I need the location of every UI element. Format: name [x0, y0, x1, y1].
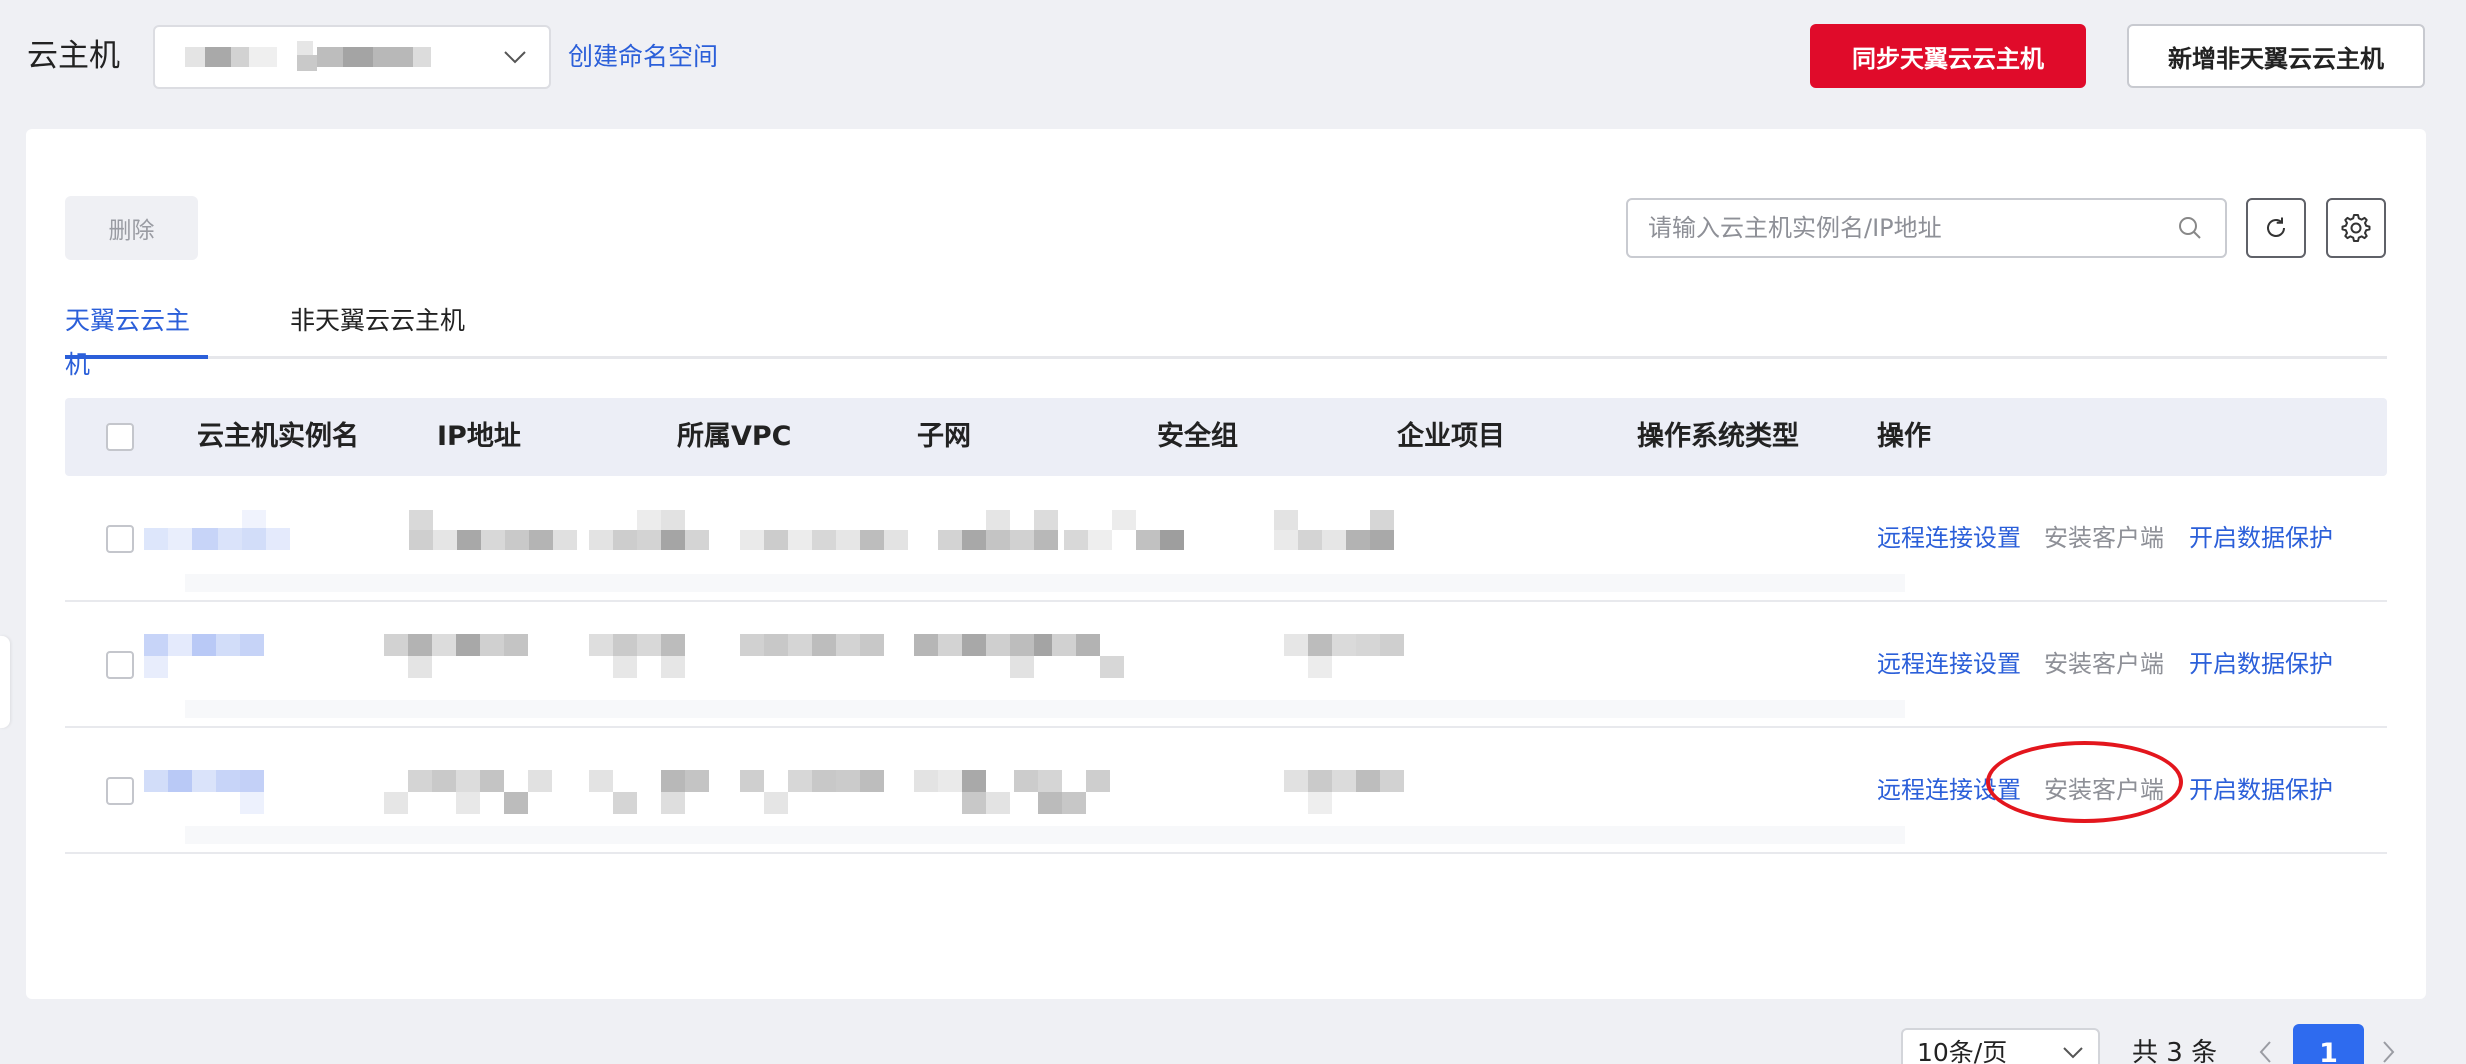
enable-data-protection-link[interactable]: 开启数据保护 — [2189, 773, 2333, 807]
table-row: 远程连接设置 安装客户端 开启数据保护 — [65, 602, 2387, 728]
search-icon[interactable] — [2177, 215, 2203, 241]
chevron-down-icon — [2063, 1047, 2083, 1059]
row-checkbox[interactable] — [106, 525, 134, 553]
blurred-row-content — [144, 770, 1404, 814]
col-ip-address[interactable]: IP地址 — [437, 398, 521, 476]
page-title: 云主机 — [27, 38, 120, 74]
host-list-card: 删除 天翼云云主机 非天翼云云主机 云主机实例名 IP地址 所属VPC 子网 安… — [26, 129, 2426, 1064]
col-enterprise-project[interactable]: 企业项目 — [1397, 398, 1505, 476]
refresh-button[interactable] — [2246, 198, 2306, 258]
install-client-link[interactable]: 安装客户端 — [2044, 647, 2164, 681]
col-os-type[interactable]: 操作系统类型 — [1637, 398, 1799, 476]
page-size-value: 10条/页 — [1917, 1038, 2008, 1064]
remote-connection-settings-link[interactable]: 远程连接设置 — [1877, 647, 2021, 681]
add-non-tianyi-host-button[interactable]: 新增非天翼云云主机 — [2127, 24, 2425, 88]
gear-icon — [2341, 214, 2371, 242]
install-client-link[interactable]: 安装客户端 — [2044, 521, 2164, 555]
settings-button[interactable] — [2326, 198, 2386, 258]
row-checkbox[interactable] — [106, 777, 134, 805]
remote-connection-settings-link[interactable]: 远程连接设置 — [1877, 521, 2021, 555]
select-all-checkbox[interactable] — [106, 423, 134, 451]
chevron-left-icon[interactable] — [2258, 1039, 2274, 1064]
delete-button[interactable]: 删除 — [65, 196, 198, 260]
tab-non-tianyi-hosts[interactable]: 非天翼云云主机 — [290, 299, 465, 359]
blurred-namespace-value — [185, 41, 431, 71]
host-type-tabs: 天翼云云主机 非天翼云云主机 — [65, 299, 2387, 379]
chevron-down-icon — [504, 51, 526, 64]
tab-tianyi-hosts[interactable]: 天翼云云主机 — [65, 299, 208, 379]
blurred-row-content — [144, 634, 1404, 678]
search-input[interactable] — [1648, 200, 2168, 256]
col-vpc[interactable]: 所属VPC — [677, 398, 792, 476]
refresh-icon — [2267, 217, 2285, 237]
sidebar-collapse-handle[interactable] — [0, 636, 10, 728]
col-instance-name[interactable]: 云主机实例名 — [197, 398, 359, 476]
col-subnet[interactable]: 子网 — [917, 398, 971, 476]
create-namespace-link[interactable]: 创建命名空间 — [568, 40, 718, 74]
table-row: 远程连接设置 安装客户端 开启数据保护 — [65, 476, 2387, 602]
total-count: 共 3 条 — [2132, 1038, 2218, 1064]
blurred-row-subtext — [185, 826, 1905, 844]
chevron-right-icon[interactable] — [2380, 1039, 2396, 1064]
row-checkbox[interactable] — [106, 651, 134, 679]
blurred-row-subtext — [185, 700, 1905, 718]
namespace-select[interactable] — [153, 25, 551, 89]
blurred-row-content — [144, 510, 1394, 550]
enable-data-protection-link[interactable]: 开启数据保护 — [2189, 647, 2333, 681]
sync-tianyi-hosts-button[interactable]: 同步天翼云云主机 — [1810, 24, 2086, 88]
page-number-current[interactable]: 1 — [2293, 1024, 2364, 1064]
col-actions: 操作 — [1877, 421, 1931, 452]
enable-data-protection-link[interactable]: 开启数据保护 — [2189, 521, 2333, 555]
table-header: 云主机实例名 IP地址 所属VPC 子网 安全组 企业项目 操作系统类型 操作 — [65, 398, 2387, 476]
blurred-row-subtext — [185, 574, 1905, 592]
page-size-select[interactable]: 10条/页 — [1901, 1028, 2100, 1064]
annotation-circle — [1986, 741, 2183, 823]
search-box — [1626, 198, 2227, 258]
col-security-group[interactable]: 安全组 — [1157, 398, 1238, 476]
